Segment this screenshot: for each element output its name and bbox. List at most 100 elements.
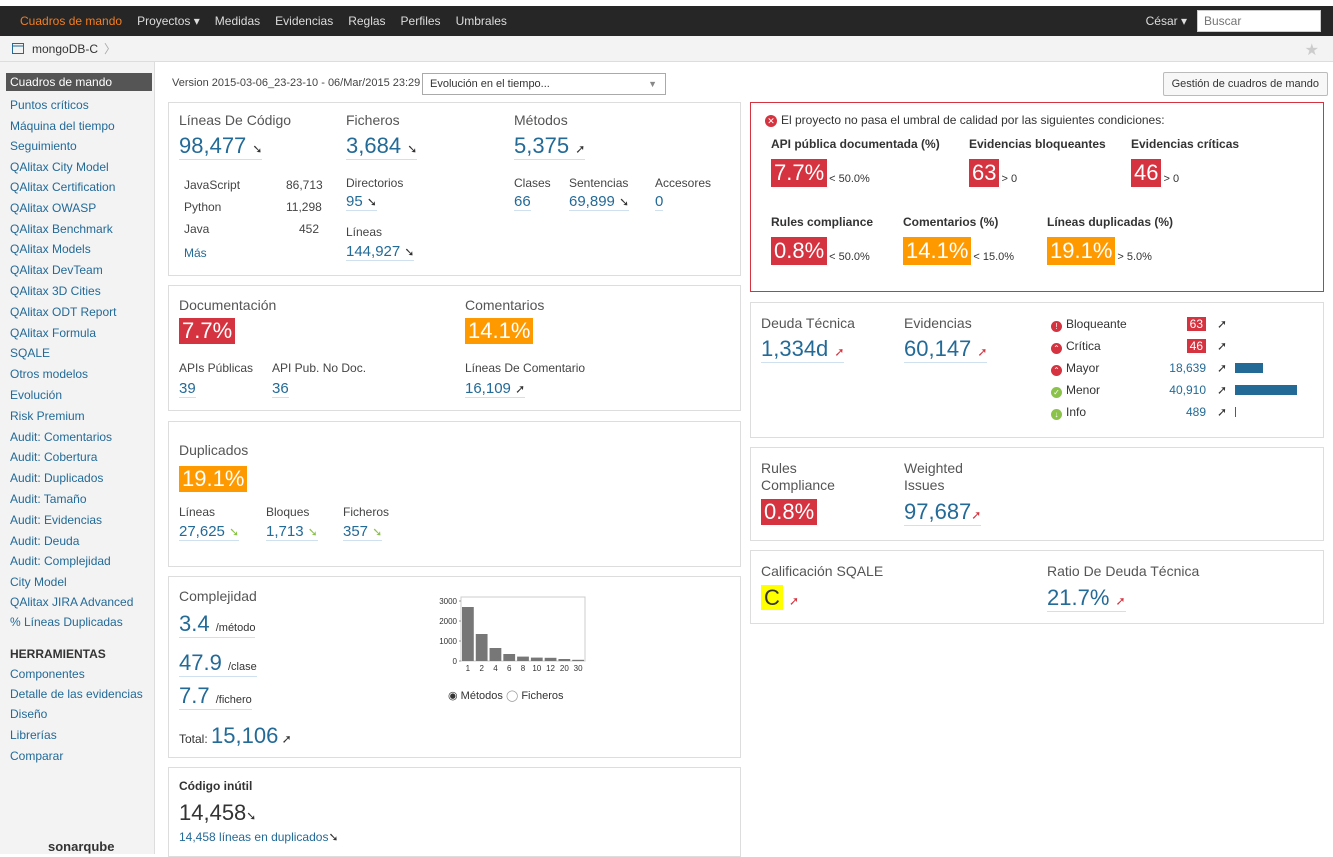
nav-issues[interactable]: Evidencias <box>275 14 333 28</box>
nav-rules[interactable]: Reglas <box>348 14 385 28</box>
sidebar-item[interactable]: Audit: Comentarios <box>10 430 154 444</box>
severity-count[interactable]: 489 <box>1186 405 1206 419</box>
radio-files[interactable]: ◯ <box>506 690 518 702</box>
complexity-per-class[interactable]: 47.9 /clase <box>179 650 257 677</box>
complexity-per-file[interactable]: 7.7 /fichero <box>179 683 252 710</box>
severity-count[interactable]: 40,910 <box>1169 383 1206 397</box>
tools-item[interactable]: Librerías <box>10 728 154 742</box>
sidebar-item[interactable]: Puntos críticos <box>10 98 154 112</box>
dup-lines-value[interactable]: 27,625 ➘ <box>179 523 240 541</box>
severity-count[interactable]: 18,639 <box>1169 361 1206 375</box>
x-tick-label: 12 <box>546 664 555 673</box>
lines-value[interactable]: 144,927 ➘ <box>346 243 415 261</box>
public-api-value[interactable]: 39 <box>179 380 196 398</box>
favorite-star-icon[interactable]: ★ <box>1305 40 1319 60</box>
sidebar-item[interactable]: QAlitax 3D Cities <box>10 284 154 298</box>
nav-projects[interactable]: Proyectos ▾ <box>137 14 200 28</box>
methods-value[interactable]: 5,375 ➚ <box>514 133 586 160</box>
sidebar-item[interactable]: % Líneas Duplicadas <box>10 615 154 629</box>
severity-1[interactable]: ⌃ Crítica <box>1051 339 1101 354</box>
dirs-value[interactable]: 95 ➘ <box>346 193 377 211</box>
comments-value[interactable]: 14.1% <box>465 318 534 344</box>
tools-item[interactable]: Diseño <box>10 707 154 721</box>
more-languages-link[interactable]: Más <box>184 246 207 260</box>
x-tick-label: 8 <box>521 664 526 673</box>
duplicated-lines-link[interactable]: 14,458 líneas en duplicados➘ <box>179 830 339 844</box>
dup-blocks-value[interactable]: 1,713 ➘ <box>266 523 318 541</box>
severity-4[interactable]: ↓ Info <box>1051 405 1086 420</box>
tools-item[interactable]: Componentes <box>10 667 154 681</box>
weighted-issues-value[interactable]: 97,687➚ <box>904 499 982 526</box>
trend-up-icon: ➚ <box>1217 339 1228 353</box>
severity-2[interactable]: ⌃ Mayor <box>1051 361 1099 376</box>
complexity-per-method[interactable]: 3.4 /método <box>179 611 256 638</box>
sidebar-item[interactable]: Evolución <box>10 388 154 402</box>
accessors-value[interactable]: 0 <box>655 193 664 211</box>
tools-item[interactable]: Detalle de las evidencias <box>10 687 154 701</box>
sidebar-item[interactable]: Audit: Deuda <box>10 534 154 548</box>
dead-code-value[interactable]: 14,458➘ <box>179 800 256 826</box>
debt-ratio-value[interactable]: 21.7% ➚ <box>1047 585 1126 612</box>
condition-duplicated-lines[interactable]: Líneas duplicadas (%) 19.1% > 5.0% <box>1047 215 1173 265</box>
trend-up-icon: ➚ <box>1217 361 1228 375</box>
sidebar-item[interactable]: QAlitax JIRA Advanced <box>10 595 154 609</box>
nav-home[interactable]: Cuadros de mando <box>20 14 122 28</box>
time-machine-select[interactable]: Evolución en el tiempo... ▼ <box>422 73 666 95</box>
nav-quality-gates[interactable]: Umbrales <box>456 14 507 28</box>
sidebar-item[interactable]: Cuadros de mando <box>6 73 152 91</box>
rules-compliance-value[interactable]: 0.8% <box>761 499 818 525</box>
nav-profiles[interactable]: Perfiles <box>401 14 441 28</box>
dup-files-value[interactable]: 357 ➘ <box>343 523 383 541</box>
breadcrumb-project[interactable]: mongoDB-C <box>32 42 98 56</box>
sidebar-item[interactable]: Seguimiento <box>10 139 154 153</box>
sidebar-item[interactable]: QAlitax Benchmark <box>10 222 154 236</box>
condition-critical-issues[interactable]: Evidencias críticas 46 > 0 <box>1131 137 1239 187</box>
statements-value[interactable]: 69,899 ➘ <box>569 193 630 211</box>
sidebar-item[interactable]: QAlitax City Model <box>10 160 154 174</box>
sidebar-item[interactable]: Audit: Tamaño <box>10 492 154 506</box>
rules-compliance-label: Rules <box>761 460 797 476</box>
sidebar-item[interactable]: Audit: Evidencias <box>10 513 154 527</box>
files-label: Ficheros <box>346 112 400 128</box>
user-menu[interactable]: César ▾ <box>1146 14 1187 28</box>
complexity-total[interactable]: Total: 15,106 ➚ <box>179 723 292 749</box>
sidebar-item[interactable]: Audit: Complejidad <box>10 554 154 568</box>
dup-files-label: Ficheros <box>343 505 390 519</box>
sqale-rating-value[interactable]: C ➚ <box>761 585 799 611</box>
debt-value[interactable]: 1,334d ➚ <box>761 336 845 363</box>
manage-dashboards-button[interactable]: Gestión de cuadros de mando <box>1162 72 1328 96</box>
sidebar-item[interactable]: Máquina del tiempo <box>10 119 154 133</box>
files-value[interactable]: 3,684 ➘ <box>346 133 418 160</box>
sidebar-item[interactable]: SQALE <box>10 346 154 360</box>
radio-methods[interactable]: ◉ <box>448 690 458 702</box>
condition-doc-api[interactable]: API pública documentada (%) 7.7% < 50.0% <box>771 137 940 187</box>
severity-3[interactable]: ✓ Menor <box>1051 383 1100 398</box>
sidebar-item[interactable]: QAlitax DevTeam <box>10 263 154 277</box>
duplications-value[interactable]: 19.1% <box>179 466 248 492</box>
sidebar-item[interactable]: QAlitax ODT Report <box>10 305 154 319</box>
sidebar-item[interactable]: QAlitax Formula <box>10 326 154 340</box>
sidebar-item[interactable]: Audit: Duplicados <box>10 471 154 485</box>
sidebar-item[interactable]: QAlitax OWASP <box>10 201 154 215</box>
nav-measures[interactable]: Medidas <box>215 14 260 28</box>
condition-blocker-issues[interactable]: Evidencias bloqueantes 63 > 0 <box>969 137 1106 187</box>
sidebar-item[interactable]: Risk Premium <box>10 409 154 423</box>
documentation-value[interactable]: 7.7% <box>179 318 236 344</box>
condition-rules-compliance[interactable]: Rules compliance 0.8% < 50.0% <box>771 215 873 265</box>
classes-value[interactable]: 66 <box>514 193 531 211</box>
sidebar-item[interactable]: Otros modelos <box>10 367 154 381</box>
tools-item[interactable]: Comparar <box>10 749 154 763</box>
condition-comments[interactable]: Comentarios (%) 14.1% < 15.0% <box>903 215 1014 265</box>
sidebar-item[interactable]: City Model <box>10 575 154 589</box>
severity-count[interactable]: 46 <box>1186 339 1206 353</box>
issues-value[interactable]: 60,147 ➚ <box>904 336 988 363</box>
loc-value[interactable]: 98,477 ➘ <box>179 133 263 160</box>
sidebar-item[interactable]: QAlitax Certification <box>10 180 154 194</box>
search-input[interactable] <box>1197 10 1321 32</box>
severity-count[interactable]: 63 <box>1186 317 1206 331</box>
undocumented-api-value[interactable]: 36 <box>272 380 289 398</box>
severity-0[interactable]: ! Bloqueante <box>1051 317 1127 332</box>
comment-lines-value[interactable]: 16,109 ➚ <box>465 380 526 398</box>
sidebar-item[interactable]: Audit: Cobertura <box>10 450 154 464</box>
sidebar-item[interactable]: QAlitax Models <box>10 242 154 256</box>
